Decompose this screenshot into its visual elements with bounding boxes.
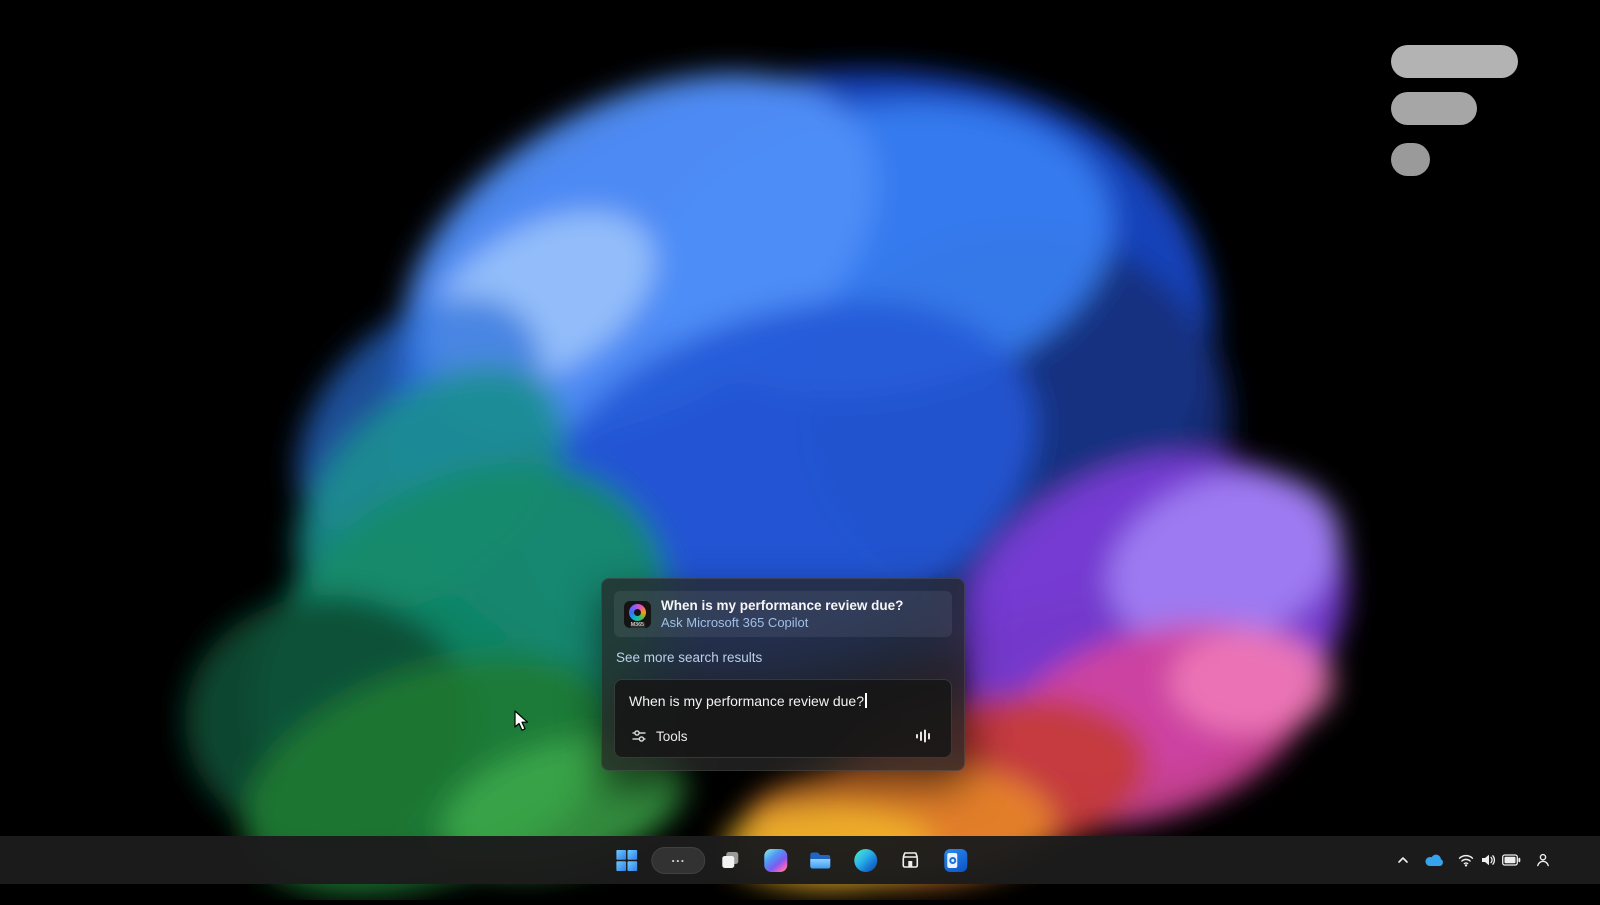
store-button[interactable] bbox=[890, 840, 930, 880]
sliders-icon bbox=[631, 728, 647, 744]
system-tray bbox=[1391, 836, 1556, 884]
search-box-toolbar: Tools bbox=[629, 724, 937, 748]
file-explorer-button[interactable] bbox=[800, 840, 840, 880]
windows-logo-icon bbox=[616, 850, 637, 871]
m365-copilot-ring bbox=[629, 604, 646, 621]
people-button[interactable] bbox=[1530, 842, 1556, 878]
taskbar: ... bbox=[0, 836, 1600, 884]
edge-icon bbox=[854, 849, 877, 872]
task-view-button[interactable] bbox=[710, 840, 750, 880]
text-caret bbox=[865, 693, 867, 708]
task-view-icon bbox=[719, 849, 741, 871]
folder-icon bbox=[808, 849, 832, 871]
onedrive-button[interactable] bbox=[1419, 842, 1449, 878]
storefront-icon bbox=[899, 849, 921, 871]
battery-icon bbox=[1502, 854, 1521, 866]
quick-settings-button[interactable] bbox=[1453, 842, 1526, 878]
suggestion-subtitle: Ask Microsoft 365 Copilot bbox=[661, 615, 903, 630]
watermark-bar-medium bbox=[1391, 92, 1477, 125]
copilot-icon bbox=[764, 849, 787, 872]
wifi-icon bbox=[1458, 853, 1474, 867]
watermark-bar-small bbox=[1391, 143, 1430, 176]
search-flyout: M365 When is my performance review due? … bbox=[601, 578, 965, 771]
chevron-up-icon bbox=[1396, 853, 1410, 867]
start-button[interactable] bbox=[606, 840, 646, 880]
taskbar-center-icons: ... bbox=[606, 836, 975, 884]
see-more-results-link[interactable]: See more search results bbox=[616, 650, 950, 665]
copilot-suggestion-row[interactable]: M365 When is my performance review due? … bbox=[614, 591, 952, 637]
suggestion-text: When is my performance review due? Ask M… bbox=[661, 598, 903, 630]
search-input-text: When is my performance review due? bbox=[629, 693, 864, 709]
hidden-icons-button[interactable] bbox=[1391, 842, 1415, 878]
tools-label: Tools bbox=[656, 729, 688, 744]
person-icon bbox=[1535, 852, 1551, 868]
watermark-logo bbox=[1391, 45, 1518, 190]
copilot-button[interactable] bbox=[755, 840, 795, 880]
speaker-icon bbox=[1480, 853, 1496, 867]
voice-input-button[interactable] bbox=[911, 725, 937, 747]
search-input-box[interactable]: When is my performance review due? Tools bbox=[614, 679, 952, 758]
m365-copilot-icon: M365 bbox=[624, 601, 651, 628]
outlook-icon bbox=[944, 849, 967, 872]
search-overflow-ellipsis: ... bbox=[671, 850, 685, 865]
suggestion-title: When is my performance review due? bbox=[661, 598, 903, 613]
outlook-o bbox=[949, 857, 956, 864]
tools-button[interactable]: Tools bbox=[629, 724, 694, 748]
taskbar-search-pill[interactable]: ... bbox=[651, 847, 705, 874]
outlook-button[interactable] bbox=[935, 840, 975, 880]
m365-badge: M365 bbox=[630, 622, 645, 628]
edge-button[interactable] bbox=[845, 840, 885, 880]
search-input[interactable]: When is my performance review due? bbox=[629, 693, 937, 709]
watermark-bar-large bbox=[1391, 45, 1518, 78]
dictation-icon bbox=[915, 728, 933, 744]
onedrive-cloud-icon bbox=[1424, 853, 1444, 867]
